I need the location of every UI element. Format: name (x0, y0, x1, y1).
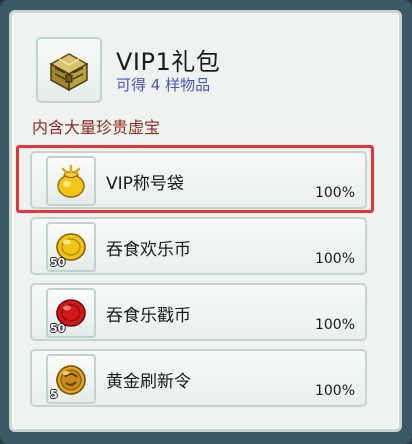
gold-token-icon: 5 (46, 354, 96, 404)
item-name: 吞食欢乐币 (106, 240, 191, 260)
treasure-chest-icon (36, 37, 102, 103)
gift-pack-window: VIP1礼包 可得 4 样物品 内含大量珍贵虚宝 VIP称号袋 100% 50 … (0, 0, 412, 444)
item-chance: 100% (314, 383, 355, 399)
pack-title: VIP1礼包 (116, 48, 221, 76)
item-chance: 100% (314, 317, 355, 333)
item-quantity: 50 (50, 256, 66, 269)
gold-coin-icon: 50 (46, 222, 96, 272)
reward-item-row[interactable]: 5 黄金刷新令 100% (30, 349, 367, 407)
item-chance: 100% (314, 251, 355, 267)
item-name: 吞食乐戳币 (106, 306, 191, 326)
reward-item-row[interactable]: 50 吞食欢乐币 100% (30, 217, 367, 275)
section-label: 内含大量珍贵虚宝 (32, 118, 161, 137)
pack-item-count: 可得 4 样物品 (116, 76, 211, 94)
selected-item-highlight (16, 145, 374, 213)
item-quantity: 50 (50, 322, 66, 335)
red-coin-icon: 50 (46, 288, 96, 338)
reward-item-row[interactable]: 50 吞食乐戳币 100% (30, 283, 367, 341)
item-name: 黄金刷新令 (106, 372, 191, 392)
item-quantity: 5 (50, 388, 58, 401)
